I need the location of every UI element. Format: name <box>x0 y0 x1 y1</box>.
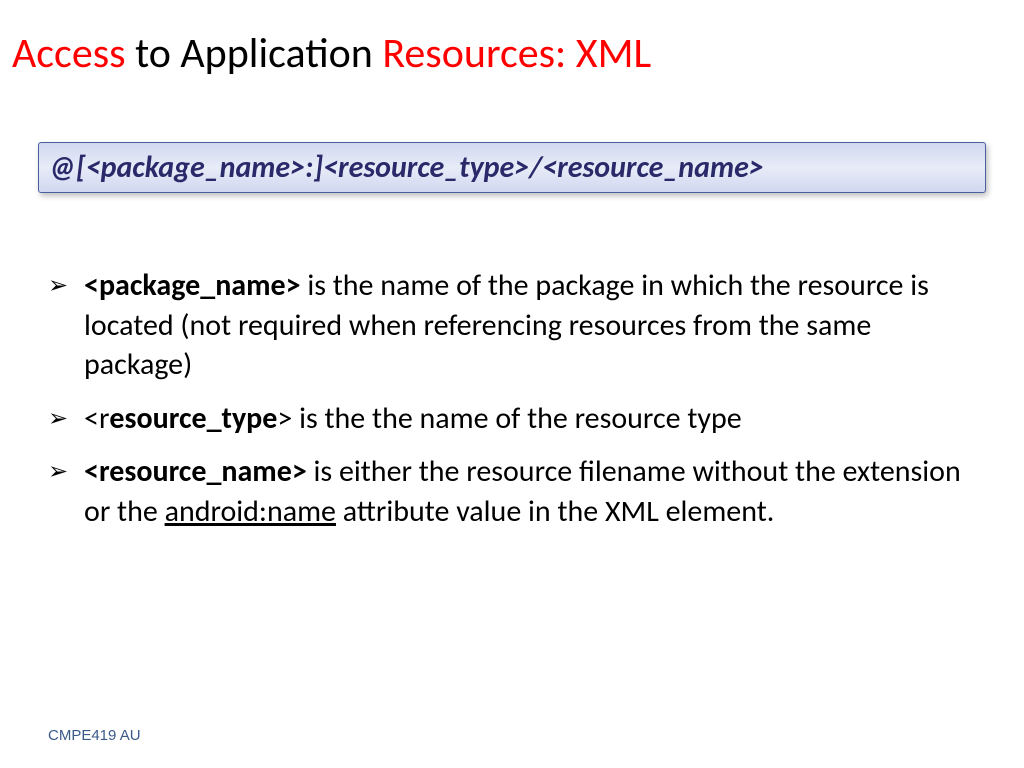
term: esource_type <box>109 400 277 437</box>
term: <package_name> <box>84 267 301 304</box>
syntax-text: @[<package_name>:]<resource_type>/<resou… <box>49 149 764 186</box>
underline-term: android:name <box>165 493 336 530</box>
bullet-icon: ➢ <box>48 452 84 488</box>
desc: is the the name of the resource type <box>292 400 741 437</box>
bullet-icon: ➢ <box>48 399 84 435</box>
bullet-text: <package_name> is the name of the packag… <box>84 266 978 385</box>
term: <resource_name> <box>84 453 307 490</box>
title-part3: Resources: XML <box>382 28 651 79</box>
bullet-icon: ➢ <box>48 266 84 302</box>
bullet-text: <resource_name> is either the resource f… <box>84 452 978 531</box>
prefix: <r <box>84 400 109 437</box>
title-part2: to Application <box>126 28 383 79</box>
list-item: ➢ <resource_type> is the the name of the… <box>48 399 978 439</box>
suffix: > <box>277 400 292 437</box>
bullet-list: ➢ <package_name> is the name of the pack… <box>48 266 978 546</box>
desc2: attribute value in the XML element. <box>336 493 774 530</box>
title-part1: Access <box>12 28 126 79</box>
list-item: ➢ <package_name> is the name of the pack… <box>48 266 978 385</box>
slide-title: Access to Application Resources: XML <box>12 28 651 79</box>
list-item: ➢ <resource_name> is either the resource… <box>48 452 978 531</box>
footer-text: CMPE419 AU <box>48 727 141 744</box>
syntax-box: @[<package_name>:]<resource_type>/<resou… <box>38 142 986 193</box>
bullet-text: <resource_type> is the the name of the r… <box>84 399 978 439</box>
